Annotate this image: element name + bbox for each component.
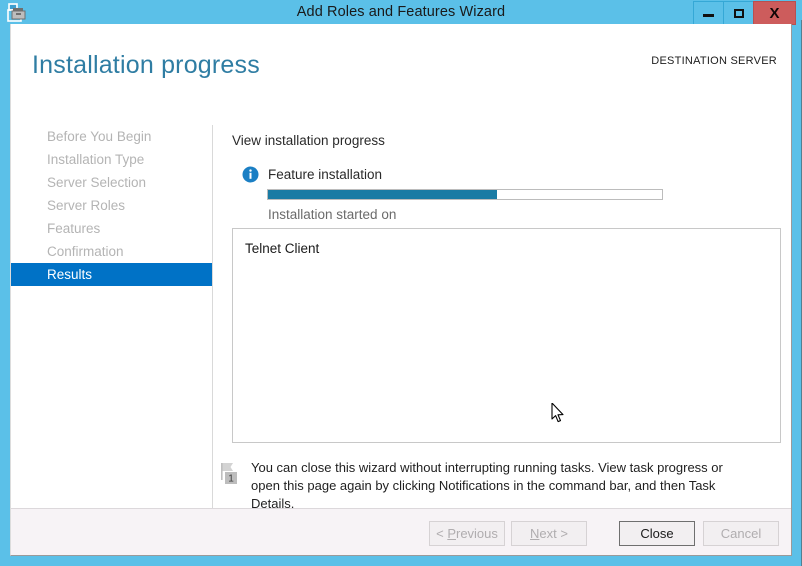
sidebar-item-features[interactable]: Features xyxy=(11,217,212,240)
sidebar-item-results[interactable]: Results xyxy=(11,263,212,286)
wizard-footer: < Previous Next > Close Cancel xyxy=(11,508,791,555)
section-heading: View installation progress xyxy=(232,133,385,148)
window-controls: X xyxy=(693,1,796,25)
maximize-button[interactable] xyxy=(723,1,754,25)
window-title-bar[interactable]: Add Roles and Features Wizard X xyxy=(0,0,802,25)
previous-button[interactable]: < Previous xyxy=(429,521,505,546)
next-button-label: Next > xyxy=(530,526,568,541)
desktop-background: Add Roles and Features Wizard X Installa… xyxy=(0,0,802,566)
sidebar-item-server-roles[interactable]: Server Roles xyxy=(11,194,212,217)
main-content: View installation progress Feature insta… xyxy=(213,125,791,521)
sidebar-item-confirmation[interactable]: Confirmation xyxy=(11,240,212,263)
cancel-button[interactable]: Cancel xyxy=(703,521,779,546)
minimize-icon xyxy=(703,14,714,17)
destination-server-name xyxy=(651,69,777,81)
list-item: Telnet Client xyxy=(245,241,320,256)
wizard-navigation: Before You Begin Installation Type Serve… xyxy=(11,125,213,508)
notification-flag-icon: 1 xyxy=(219,461,241,487)
info-icon xyxy=(242,166,259,183)
sidebar-item-installation-type[interactable]: Installation Type xyxy=(11,148,212,171)
close-button[interactable]: X xyxy=(753,1,796,25)
results-list[interactable]: Telnet Client xyxy=(232,228,781,443)
previous-button-label: < Previous xyxy=(436,526,498,541)
installation-progress-bar xyxy=(267,189,663,200)
next-button[interactable]: Next > xyxy=(511,521,587,546)
close-wizard-button[interactable]: Close xyxy=(619,521,695,546)
svg-text:1: 1 xyxy=(228,474,234,485)
notification-notice-text: You can close this wizard without interr… xyxy=(251,460,723,511)
progress-bar-fill xyxy=(268,190,497,199)
progress-label: Feature installation xyxy=(268,167,383,182)
sidebar-item-before-you-begin[interactable]: Before You Begin xyxy=(11,125,212,148)
sidebar-item-server-selection[interactable]: Server Selection xyxy=(11,171,212,194)
wizard-window: Installation progress DESTINATION SERVER… xyxy=(10,24,792,556)
notification-notice: 1 You can close this wizard without inte… xyxy=(219,459,779,513)
progress-status-text: Installation started on xyxy=(268,207,397,222)
window-title: Add Roles and Features Wizard xyxy=(296,4,506,20)
destination-server-block: DESTINATION SERVER xyxy=(651,55,777,81)
maximize-icon xyxy=(733,8,744,18)
minimize-button[interactable] xyxy=(693,1,724,25)
destination-server-label: DESTINATION SERVER xyxy=(651,55,777,67)
page-title: Installation progress xyxy=(32,51,260,79)
